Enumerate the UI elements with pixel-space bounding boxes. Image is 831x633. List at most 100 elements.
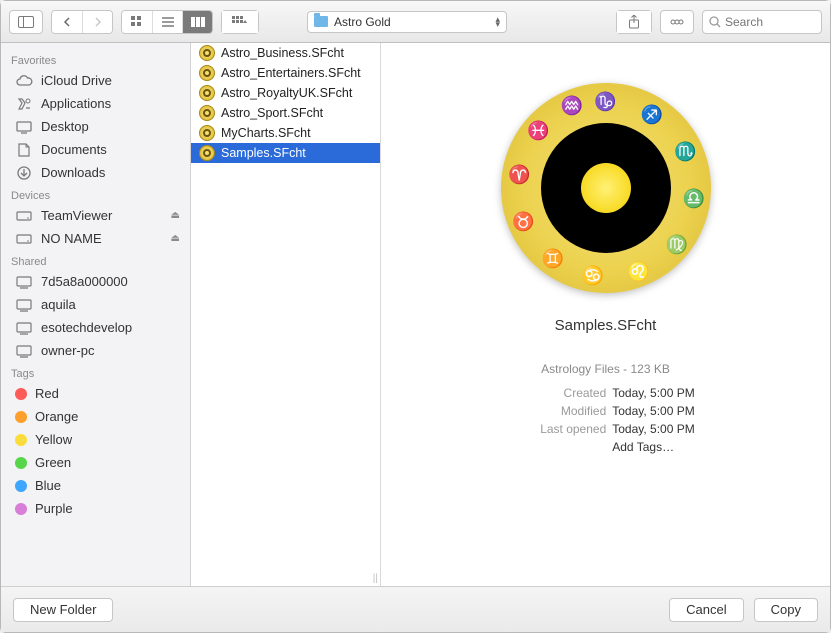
meta-value: Today, 5:00 PM (612, 420, 695, 438)
file-icon (199, 65, 215, 81)
icon-view-button[interactable] (122, 11, 152, 33)
toggle-sidebar-button[interactable] (9, 10, 43, 34)
search-icon (709, 16, 721, 28)
sidebar-item[interactable]: Purple (1, 497, 190, 520)
file-name: MyCharts.SFcht (221, 126, 311, 140)
back-button[interactable] (52, 11, 82, 33)
apps-icon (15, 97, 33, 111)
column-resize-handle[interactable]: || (373, 573, 378, 584)
eject-icon[interactable]: ⏏ (171, 210, 180, 221)
sidebar-item-label: Documents (41, 142, 107, 157)
host-icon (15, 298, 33, 312)
file-item[interactable]: Astro_Entertainers.SFcht (191, 63, 380, 83)
sidebar-item[interactable]: iCloud Drive (1, 69, 190, 92)
column-view-button[interactable] (182, 11, 212, 33)
sidebar-item-label: esotechdevelop (41, 320, 132, 335)
file-item[interactable]: MyCharts.SFcht (191, 123, 380, 143)
sidebar-item-label: owner-pc (41, 343, 94, 358)
sidebar-header: Devices (1, 184, 190, 204)
sidebar-item[interactable]: owner-pc (1, 339, 190, 362)
sidebar-header: Shared (1, 250, 190, 270)
sidebar-item-label: Orange (35, 409, 78, 424)
path-label: Astro Gold (334, 15, 391, 29)
sidebar-item[interactable]: 7d5a8a000000 (1, 270, 190, 293)
zodiac-ring-icon: ♑ ♐ ♏ ♎ ♍ ♌ ♋ ♊ ♉ ♈ ♓ ♒ (501, 83, 711, 293)
sidebar-item[interactable]: NO NAME⏏ (1, 227, 190, 250)
preview-subtitle: Astrology Files - 123 KB (541, 362, 670, 376)
tags-button[interactable] (660, 10, 694, 34)
chevron-right-icon (94, 17, 102, 27)
sidebar-item-label: Purple (35, 501, 73, 516)
file-item[interactable]: Astro_RoyaltyUK.SFcht (191, 83, 380, 103)
sidebar-item[interactable]: Orange (1, 405, 190, 428)
path-popup[interactable]: Astro Gold ▴▾ (307, 11, 507, 33)
sidebar-item[interactable]: Green (1, 451, 190, 474)
sidebar-item[interactable]: Documents (1, 138, 190, 161)
chevron-left-icon (63, 17, 71, 27)
confirm-button[interactable]: Copy (754, 598, 818, 622)
sidebar-item-label: aquila (41, 297, 76, 312)
preview-metadata: CreatedToday, 5:00 PMModifiedToday, 5:00… (516, 384, 695, 456)
share-group (616, 10, 652, 34)
file-icon (199, 105, 215, 121)
forward-button[interactable] (82, 11, 112, 33)
sidebar-item[interactable]: esotechdevelop (1, 316, 190, 339)
sidebar-item[interactable]: Red (1, 382, 190, 405)
sidebar-item-label: Yellow (35, 432, 72, 447)
downloads-icon (15, 166, 33, 180)
sidebar-item-label: 7d5a8a000000 (41, 274, 128, 289)
file-name: Astro_Entertainers.SFcht (221, 66, 361, 80)
footer: New Folder Cancel Copy (1, 586, 830, 632)
columns-icon (191, 17, 205, 27)
add-tags-link[interactable]: Add Tags… (612, 438, 674, 456)
sidebar-item[interactable]: Applications (1, 92, 190, 115)
preview-title: Samples.SFcht (555, 317, 657, 334)
sidebar-item-label: TeamViewer (41, 208, 112, 223)
popup-chevron-icon: ▴▾ (495, 17, 500, 27)
meta-label: Last opened (516, 420, 606, 438)
file-name: Astro_RoyaltyUK.SFcht (221, 86, 352, 100)
meta-value: Today, 5:00 PM (612, 402, 695, 420)
sidebar-item[interactable]: aquila (1, 293, 190, 316)
share-button[interactable] (617, 11, 651, 33)
view-mode-group (121, 10, 213, 34)
file-icon (199, 85, 215, 101)
file-column: Astro_Business.SFcht Astro_Entertainers.S… (191, 43, 381, 586)
toolbar: Astro Gold ▴▾ (1, 1, 830, 43)
file-name: Astro_Sport.SFcht (221, 106, 323, 120)
cloud-icon (15, 74, 33, 88)
eject-icon[interactable]: ⏏ (171, 233, 180, 244)
preview-thumbnail: ♑ ♐ ♏ ♎ ♍ ♌ ♋ ♊ ♉ ♈ ♓ ♒ (501, 83, 711, 293)
file-item[interactable]: Samples.SFcht (191, 143, 380, 163)
new-folder-button[interactable]: New Folder (13, 598, 113, 622)
sidebar-icon (18, 16, 34, 28)
tag-dot-icon (15, 411, 27, 423)
arrange-button[interactable] (222, 11, 258, 33)
file-item[interactable]: Astro_Business.SFcht (191, 43, 380, 63)
list-view-button[interactable] (152, 11, 182, 33)
sidebar-item[interactable]: Yellow (1, 428, 190, 451)
search-input[interactable] (725, 15, 805, 29)
meta-row: Last opened Today, 5:00 PM (516, 420, 695, 438)
sidebar-item[interactable]: Blue (1, 474, 190, 497)
sidebar: FavoritesiCloud DriveApplicationsDesktop… (1, 43, 191, 586)
sidebar-item-label: Blue (35, 478, 61, 493)
search-field[interactable] (702, 10, 822, 34)
tag-dot-icon (15, 388, 27, 400)
sidebar-item[interactable]: Downloads (1, 161, 190, 184)
sidebar-item-label: Downloads (41, 165, 105, 180)
meta-row: Modified Today, 5:00 PM (516, 402, 695, 420)
file-item[interactable]: Astro_Sport.SFcht (191, 103, 380, 123)
cancel-button[interactable]: Cancel (669, 598, 743, 622)
sidebar-item-label: iCloud Drive (41, 73, 112, 88)
sidebar-item[interactable]: Desktop (1, 115, 190, 138)
host-icon (15, 321, 33, 335)
tag-dot-icon (15, 434, 27, 446)
tag-dot-icon (15, 457, 27, 469)
arrange-group (221, 10, 259, 34)
documents-icon (15, 143, 33, 157)
tag-dot-icon (15, 480, 27, 492)
meta-label: Modified (516, 402, 606, 420)
sidebar-item-label: Applications (41, 96, 111, 111)
sidebar-item[interactable]: TeamViewer ⏏ (1, 204, 190, 227)
